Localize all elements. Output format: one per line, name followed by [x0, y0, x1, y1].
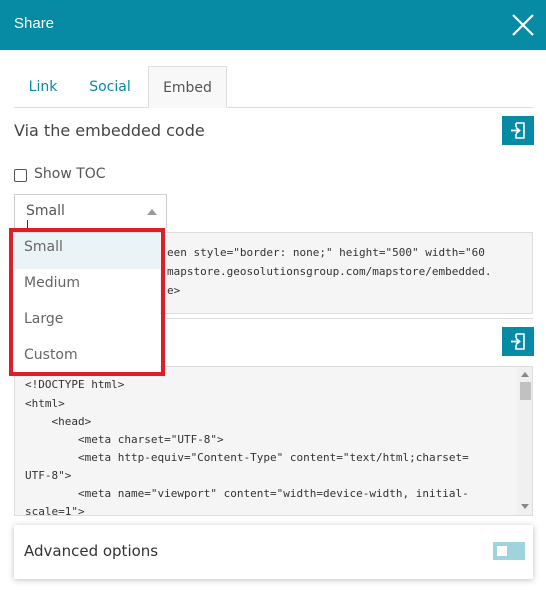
- tab-link[interactable]: Link: [14, 66, 72, 108]
- show-toc-label[interactable]: Show TOC: [34, 166, 106, 182]
- code-line: <meta name="viewport" content="width=dev…: [25, 487, 469, 500]
- code-line: e>: [167, 284, 181, 297]
- code-line: <meta http-equiv="Content-Type" content=…: [25, 451, 469, 464]
- size-dropdown-menu: Small Medium Large Custom: [14, 232, 160, 372]
- close-button[interactable]: [510, 12, 536, 38]
- code-line: UTF-8">: [25, 469, 72, 482]
- scroll-down-arrow-icon[interactable]: [521, 504, 529, 509]
- size-select-value: Small: [26, 203, 65, 219]
- code-line: mapstore.geosolutionsgroup.com/mapstore/…: [167, 265, 492, 278]
- toggle-knob: [497, 546, 507, 556]
- code-line: scale=1">: [25, 505, 85, 516]
- size-option-small[interactable]: Small: [14, 233, 160, 269]
- code-line: <!DOCTYPE html>: [25, 378, 125, 391]
- scroll-thumb[interactable]: [520, 382, 531, 400]
- code-line: <head>: [25, 415, 92, 428]
- dialog-title: Share: [14, 15, 55, 32]
- show-toc-checkbox[interactable]: [14, 169, 27, 182]
- advanced-options-toggle[interactable]: [493, 542, 525, 560]
- chevron-up-icon[interactable]: [147, 209, 157, 215]
- code-line: <meta charset="UTF-8">: [25, 433, 224, 446]
- size-option-large[interactable]: Large: [14, 305, 160, 341]
- embed-html-code[interactable]: <!DOCTYPE html> <html> <head> <meta char…: [14, 366, 533, 516]
- scroll-up-arrow-icon[interactable]: [521, 372, 529, 377]
- copy-to-clipboard-icon: [511, 122, 525, 139]
- advanced-options-label: Advanced options: [24, 542, 159, 560]
- size-select[interactable]: Small: [14, 194, 167, 232]
- code-line: <html>: [25, 397, 65, 410]
- code-line: een style="border: none;" height="500" w…: [167, 246, 485, 259]
- copy-to-clipboard-icon: [511, 333, 525, 350]
- tab-embed[interactable]: Embed: [148, 66, 227, 108]
- embed-section-title: Via the embedded code: [14, 121, 205, 140]
- copy-html-code-button[interactable]: [502, 327, 534, 356]
- tab-social[interactable]: Social: [78, 66, 142, 108]
- size-option-custom[interactable]: Custom: [14, 341, 160, 377]
- size-option-medium[interactable]: Medium: [14, 269, 160, 305]
- advanced-options-panel: Advanced options: [14, 525, 533, 579]
- code-scrollbar[interactable]: [517, 367, 532, 515]
- share-dialog-header: Share: [0, 0, 546, 50]
- copy-embed-code-button[interactable]: [502, 116, 534, 145]
- section-divider: [166, 318, 533, 319]
- close-icon: [512, 14, 534, 36]
- share-tabs: Link Social Embed: [14, 66, 533, 108]
- text-cursor: [27, 220, 28, 232]
